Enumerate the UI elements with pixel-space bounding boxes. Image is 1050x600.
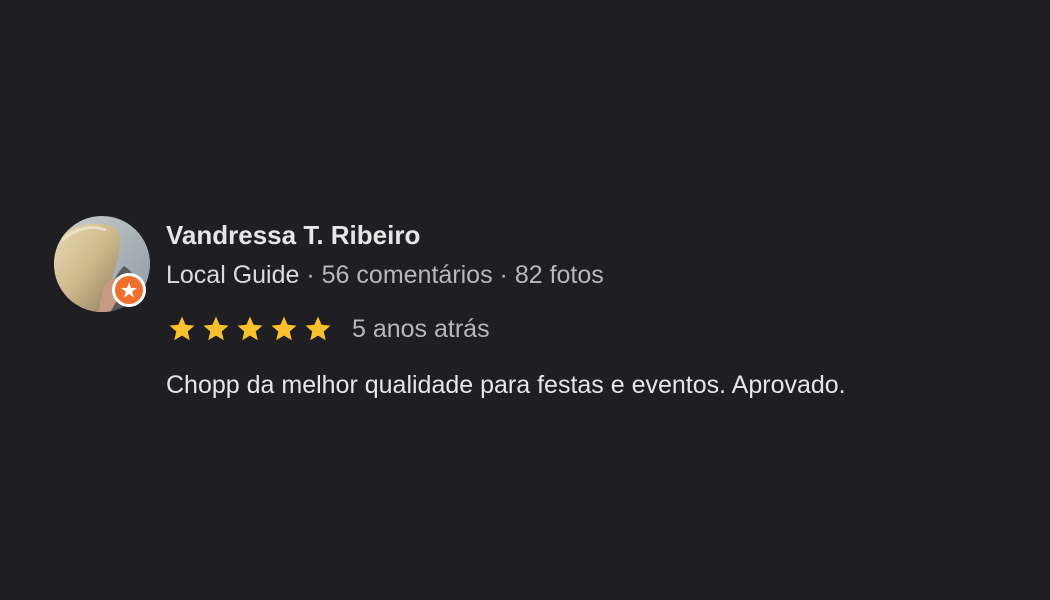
review-time: 5 anos atrás (352, 315, 490, 343)
local-guide-badge (112, 273, 146, 307)
author-meta: Local Guide · 56 comentários · 82 fotos (166, 257, 604, 293)
star-rating (166, 314, 334, 344)
star-icon (271, 316, 297, 341)
author-photos-count: 82 fotos (514, 261, 604, 289)
star-icon (237, 316, 263, 341)
star-icon (305, 316, 331, 341)
meta-separator: · (492, 261, 515, 289)
local-guide-star-icon (121, 282, 137, 298)
rating-row: 5 anos atrás (166, 311, 490, 347)
author-reviews-count: 56 comentários (321, 261, 493, 289)
star-icon (169, 316, 195, 341)
meta-separator: · (299, 261, 322, 289)
star-icon (203, 316, 229, 341)
author-avatar-wrapper[interactable] (54, 216, 150, 312)
review-text: Chopp da melhor qualidade para festas e … (166, 371, 846, 399)
author-level: Local Guide (166, 261, 300, 289)
author-name[interactable]: Vandressa T. Ribeiro (166, 217, 420, 253)
